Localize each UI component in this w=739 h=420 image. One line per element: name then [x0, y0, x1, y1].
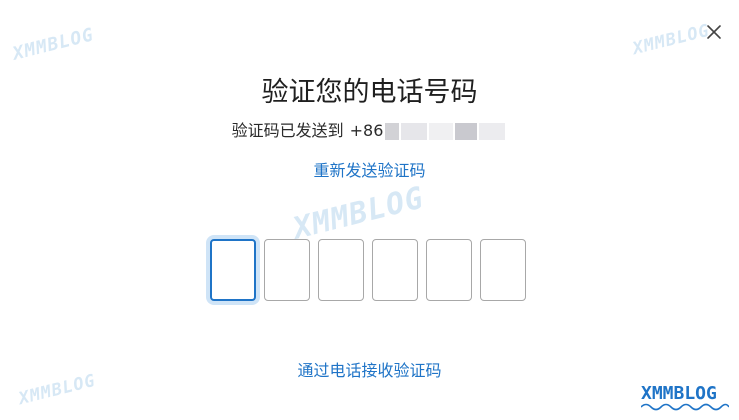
code-sent-message: 验证码已发送到 +86	[0, 120, 739, 142]
verification-code-input	[210, 239, 526, 301]
mask-block	[385, 122, 400, 140]
mask-block	[429, 122, 454, 140]
receive-code-by-call-link[interactable]: 通过电话接收验证码	[0, 360, 739, 382]
watermark-logo-text: XMMBLOG	[641, 383, 717, 404]
mask-block	[479, 122, 506, 140]
code-digit-2[interactable]	[264, 239, 310, 301]
code-digit-1[interactable]	[210, 239, 256, 301]
code-sent-label: 验证码已发送到	[231, 121, 344, 140]
page-title: 验证您的电话号码	[261, 77, 478, 108]
close-button[interactable]	[700, 18, 728, 46]
mask-block	[455, 122, 478, 140]
resend-code-link[interactable]: 重新发送验证码	[0, 160, 739, 182]
close-icon	[707, 25, 721, 39]
mask-block	[401, 122, 428, 140]
phone-country-code: +86	[349, 121, 384, 140]
code-digit-3[interactable]	[318, 239, 364, 301]
code-digit-5[interactable]	[426, 239, 472, 301]
watermark-logo: XMMBLOG	[641, 383, 729, 412]
code-digit-6[interactable]	[480, 239, 526, 301]
watermark-center: XMMBLOG	[289, 180, 428, 247]
verify-phone-dialog: XMMBLOG XMMBLOG XMMBLOG XMMBLOG 验证您的电话号码…	[0, 0, 739, 420]
watermark-top-left: XMMBLOG	[10, 24, 97, 65]
code-digit-4[interactable]	[372, 239, 418, 301]
masked-phone-number	[385, 122, 507, 140]
